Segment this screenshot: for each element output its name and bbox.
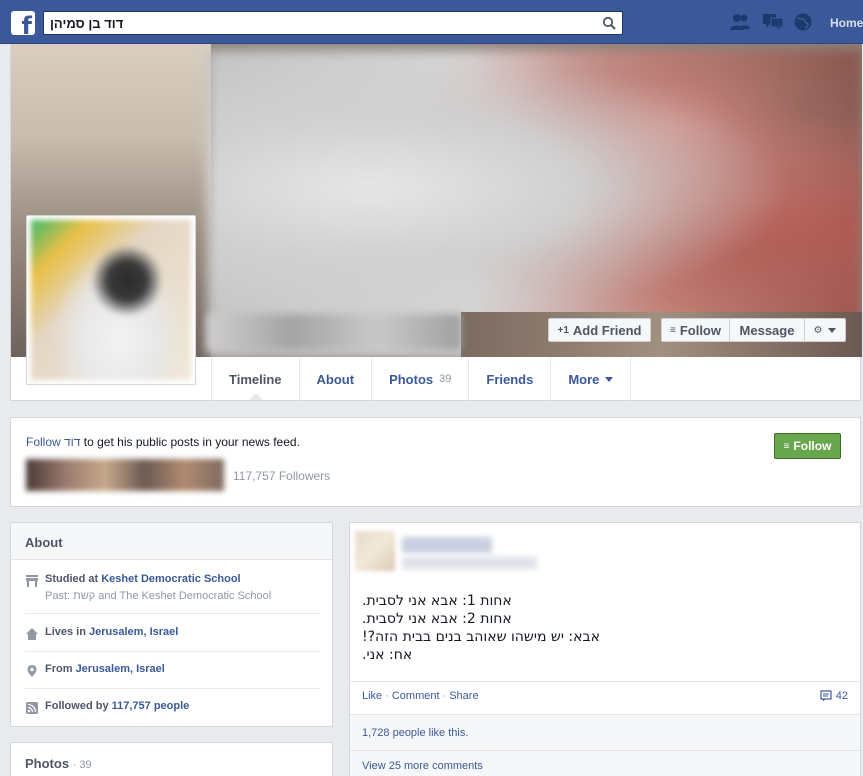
likes-link[interactable]: 1,728 people like this. [362, 727, 468, 739]
search-icon[interactable] [602, 16, 616, 30]
about-from: From Jerusalem, Israel [25, 663, 320, 689]
post-timestamp-blurred [402, 557, 537, 569]
message-button[interactable]: Message [729, 318, 805, 342]
like-link[interactable]: Like [362, 690, 382, 702]
add-friend-icon: +1 [557, 324, 569, 336]
rss-icon: ≡ [783, 440, 790, 452]
settings-dropdown-button[interactable]: ⚙ [804, 318, 846, 342]
follow-prompt-box: Follow דוד to get his public posts in yo… [10, 417, 861, 507]
share-link[interactable]: Share [449, 690, 478, 702]
photos-title[interactable]: Photos [25, 756, 69, 771]
messages-icon[interactable] [762, 12, 784, 32]
chevron-down-icon [605, 376, 614, 382]
followers-count[interactable]: 117,757 Followers [233, 469, 330, 483]
comment-count[interactable]: 42 [820, 690, 848, 702]
comment-icon [820, 690, 832, 702]
school-icon [26, 575, 38, 587]
about-followed-by: Followed by 117,757 people [25, 700, 320, 720]
post-line: אבא: יש מישהו שאוהב בנים בבית הזה?! [362, 629, 600, 645]
profile-name-blurred [207, 314, 462, 350]
about-box: About Studied at Keshet Democratic Schoo… [10, 522, 333, 727]
location-pin-icon [27, 665, 37, 677]
tab-photos[interactable]: Photos 39 [371, 357, 468, 401]
past-school-link-1[interactable]: קשת [73, 590, 95, 602]
profile-tabs: Timeline About Photos 39 Friends More [211, 357, 632, 401]
post-content: אחות 1: אבא אני לסבית. אחות 2: אבא אני ל… [362, 592, 622, 664]
post-line: אח: אני. [362, 647, 413, 663]
about-title[interactable]: About [11, 523, 332, 560]
profile-picture[interactable] [26, 215, 196, 385]
follow-green-button[interactable]: ≡ Follow [774, 433, 841, 459]
post-author-avatar[interactable] [355, 531, 395, 571]
timeline-post: אחות 1: אבא אני לסבית. אחות 2: אבא אני ל… [349, 522, 861, 776]
from-link[interactable]: Jerusalem, Israel [76, 663, 165, 675]
about-education: Studied at Keshet Democratic School Past… [25, 573, 320, 614]
followers-link[interactable]: 117,757 people [112, 700, 190, 712]
followers-avatars-blurred[interactable] [26, 459, 224, 491]
post-author-name-blurred[interactable] [402, 537, 492, 553]
friend-requests-icon[interactable] [729, 12, 751, 32]
follow-button[interactable]: ≡ Follow [661, 318, 730, 342]
comment-link[interactable]: Comment [392, 690, 440, 702]
profile-name-link[interactable]: דוד [64, 435, 80, 449]
follow-link[interactable]: Follow [26, 435, 61, 449]
profile-picture-image [31, 220, 191, 380]
active-tab-indicator [249, 393, 263, 400]
profile-header: +1 Add Friend ≡ Follow Message ⚙ Timelin… [10, 44, 862, 401]
school-link[interactable]: Keshet Democratic School [101, 573, 240, 585]
home-link[interactable]: Home [830, 16, 863, 30]
past-school-link-2[interactable]: The Keshet Democratic School [120, 590, 272, 602]
post-likes-summary: 1,728 people like this. [350, 714, 860, 750]
rss-icon: ≡ [669, 324, 676, 336]
tab-about[interactable]: About [298, 357, 372, 401]
rss-feed-icon [26, 702, 38, 714]
tab-more[interactable]: More [550, 357, 632, 401]
follow-prompt-text: Follow דוד to get his public posts in yo… [26, 435, 300, 449]
tab-friends[interactable]: Friends [468, 357, 550, 401]
post-line: אחות 2: אבא אני לסבית. [362, 611, 512, 627]
about-lives-in: Lives in Jerusalem, Israel [25, 626, 320, 652]
add-friend-button[interactable]: +1 Add Friend [548, 318, 651, 342]
house-icon [26, 628, 38, 640]
top-bar: f Home [0, 0, 863, 44]
gear-icon: ⚙ [813, 324, 823, 336]
photos-box-count: 39 [79, 759, 92, 771]
post-line: אחות 1: אבא אני לסבית. [362, 593, 512, 609]
facebook-logo-icon[interactable]: f [11, 11, 35, 35]
view-more-comments: View 25 more comments [350, 750, 860, 776]
photos-count: 39 [439, 373, 452, 385]
lives-in-link[interactable]: Jerusalem, Israel [89, 626, 178, 638]
search-box[interactable] [43, 11, 623, 35]
chevron-down-icon [828, 327, 837, 333]
view-more-comments-link[interactable]: View 25 more comments [362, 760, 483, 772]
photos-box: Photos · 39 [10, 742, 333, 776]
cover-photo-blurred [207, 50, 862, 357]
notifications-globe-icon[interactable] [792, 12, 814, 32]
post-actions-bar: Like · Comment · Share 42 [350, 681, 860, 713]
search-input[interactable] [44, 12, 594, 34]
